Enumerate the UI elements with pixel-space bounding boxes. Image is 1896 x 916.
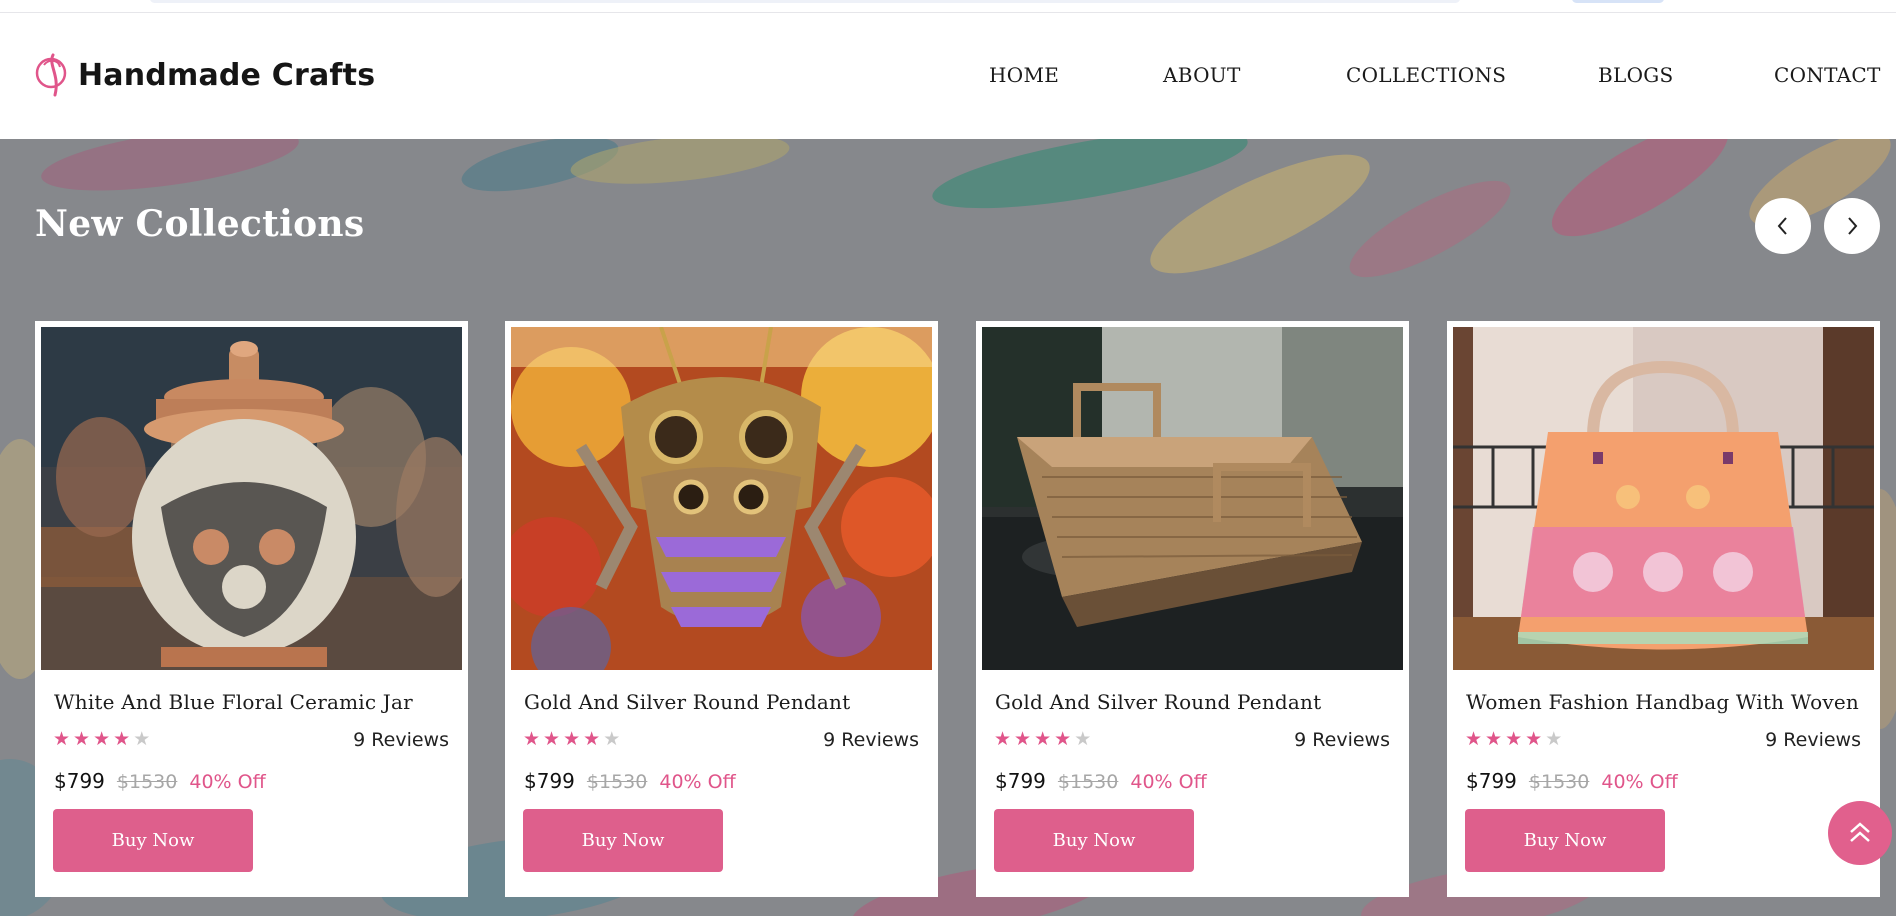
nav-contact[interactable]: CONTACT [1774, 63, 1881, 87]
rating-stars: ★ ★ ★ ★ ★ [53, 729, 150, 749]
product-image[interactable] [511, 327, 932, 670]
discount: 40% Off [1130, 771, 1207, 793]
scroll-to-top-button[interactable] [1828, 801, 1892, 865]
new-collections-section: New Collections White And Blue Floral Ce… [0, 139, 1896, 916]
ceramic-jar-image [41, 327, 462, 670]
buy-now-button[interactable]: Buy Now [523, 809, 723, 872]
owl-pendant-image [511, 327, 932, 670]
discount: 40% Off [659, 771, 736, 793]
star-icon: ★ [113, 728, 131, 750]
main-nav: HOME ABOUT COLLECTIONS BLOGS CONTACT [0, 63, 1896, 93]
nav-blogs[interactable]: BLOGS [1598, 63, 1674, 87]
price: $799 [1466, 769, 1517, 793]
star-icon: ★ [1054, 728, 1072, 750]
carousel-next-button[interactable] [1824, 198, 1880, 254]
address-bar[interactable] [150, 0, 1460, 3]
star-empty-icon: ★ [133, 728, 151, 750]
product-title[interactable]: Gold And Silver Round Pendant [524, 690, 850, 714]
price: $799 [524, 769, 575, 793]
star-empty-icon: ★ [603, 728, 621, 750]
old-price: $1530 [1528, 771, 1590, 793]
product-title[interactable]: Women Fashion Handbag With Woven [1466, 690, 1859, 714]
price-row: $799 $1530 40% Off [54, 769, 266, 793]
buy-now-button[interactable]: Buy Now [1465, 809, 1665, 872]
review-count: 9 Reviews [353, 729, 449, 751]
nav-about[interactable]: ABOUT [1163, 63, 1241, 87]
buy-now-button[interactable]: Buy Now [53, 809, 253, 872]
product-title[interactable]: Gold And Silver Round Pendant [995, 690, 1321, 714]
price: $799 [995, 769, 1046, 793]
star-icon: ★ [1485, 728, 1503, 750]
section-title: New Collections [35, 203, 365, 245]
star-icon: ★ [93, 728, 111, 750]
star-icon: ★ [1034, 728, 1052, 750]
woven-basket-image [982, 327, 1403, 670]
star-icon: ★ [1505, 728, 1523, 750]
discount: 40% Off [1601, 771, 1678, 793]
old-price: $1530 [586, 771, 648, 793]
old-price: $1530 [1057, 771, 1119, 793]
nav-home[interactable]: HOME [989, 63, 1059, 87]
product-image[interactable] [41, 327, 462, 670]
old-price: $1530 [116, 771, 178, 793]
star-icon: ★ [73, 728, 91, 750]
carousel-prev-button[interactable] [1755, 198, 1811, 254]
star-icon: ★ [583, 728, 601, 750]
crochet-handbag-image [1453, 327, 1874, 670]
top-pill-button[interactable] [1572, 0, 1664, 3]
star-icon: ★ [563, 728, 581, 750]
rating-stars: ★ ★ ★ ★ ★ [994, 729, 1091, 749]
star-empty-icon: ★ [1074, 728, 1092, 750]
product-card[interactable]: White And Blue Floral Ceramic Jar ★ ★ ★ ★ ★ … [35, 321, 468, 897]
nav-collections[interactable]: COLLECTIONS [1346, 63, 1506, 87]
product-card[interactable]: Gold And Silver Round Pendant ★ ★ ★ ★ ★ 9 Re… [976, 321, 1409, 897]
review-count: 9 Reviews [823, 729, 919, 751]
price-row: $799 $1530 40% Off [1466, 769, 1678, 793]
site-header: Handmade Crafts HOME ABOUT COLLECTIONS B… [0, 13, 1896, 139]
star-icon: ★ [994, 728, 1012, 750]
buy-now-button[interactable]: Buy Now [994, 809, 1194, 872]
product-card[interactable]: Gold And Silver Round Pendant ★ ★ ★ ★ ★ 9 Re… [505, 321, 938, 897]
product-card[interactable]: Women Fashion Handbag With Woven ★ ★ ★ ★ ★ 9… [1447, 321, 1880, 897]
product-title[interactable]: White And Blue Floral Ceramic Jar [54, 690, 413, 714]
star-icon: ★ [523, 728, 541, 750]
product-image[interactable] [1453, 327, 1874, 670]
browser-top-strip [0, 0, 1896, 13]
star-icon: ★ [53, 728, 71, 750]
star-icon: ★ [1525, 728, 1543, 750]
star-icon: ★ [1465, 728, 1483, 750]
star-icon: ★ [1014, 728, 1032, 750]
product-image[interactable] [982, 327, 1403, 670]
chevron-left-icon [1777, 217, 1787, 235]
price-row: $799 $1530 40% Off [524, 769, 736, 793]
chevron-right-icon [1848, 217, 1858, 235]
price-row: $799 $1530 40% Off [995, 769, 1207, 793]
star-empty-icon: ★ [1545, 728, 1563, 750]
price: $799 [54, 769, 105, 793]
rating-stars: ★ ★ ★ ★ ★ [1465, 729, 1562, 749]
discount: 40% Off [189, 771, 266, 793]
rating-stars: ★ ★ ★ ★ ★ [523, 729, 620, 749]
review-count: 9 Reviews [1294, 729, 1390, 751]
double-chevron-up-icon [1850, 822, 1870, 842]
review-count: 9 Reviews [1765, 729, 1861, 751]
star-icon: ★ [543, 728, 561, 750]
